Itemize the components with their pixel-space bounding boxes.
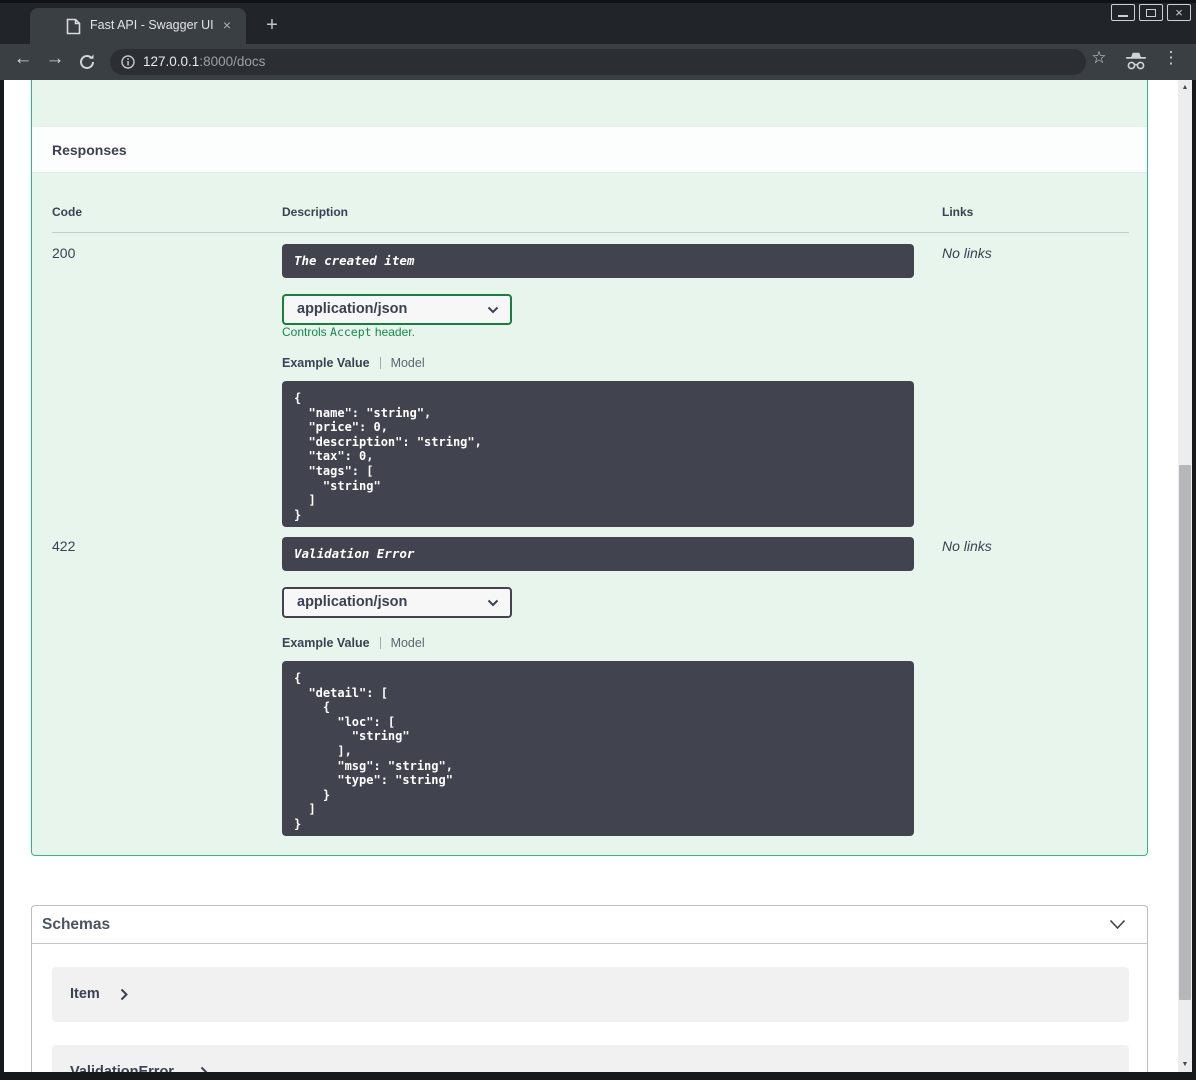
tab-example-value[interactable]: Example Value bbox=[282, 636, 370, 650]
page-viewport: Responses Code Description Links 200 The… bbox=[4, 80, 1192, 1072]
media-type-select-422[interactable]: application/json bbox=[282, 587, 512, 618]
chevron-right-icon bbox=[200, 1066, 208, 1072]
response-code-200: 200 bbox=[52, 245, 76, 261]
reload-button[interactable] bbox=[78, 53, 96, 71]
example-model-tabs-422: Example Value Model bbox=[282, 636, 425, 650]
close-icon: × bbox=[1175, 5, 1183, 20]
kebab-menu-icon[interactable]: ⋮ bbox=[1160, 48, 1182, 68]
response-code-422: 422 bbox=[52, 538, 76, 554]
scroll-up-icon[interactable]: ▲ bbox=[1178, 84, 1192, 91]
schema-validationerror-card[interactable]: ValidationError bbox=[52, 1045, 1129, 1072]
tab-model[interactable]: Model bbox=[391, 636, 425, 650]
opblock-responses-section: Responses Code Description Links 200 The… bbox=[31, 80, 1148, 856]
forward-button[interactable]: → bbox=[42, 48, 68, 70]
note-code: Accept bbox=[330, 325, 372, 339]
chevron-down-icon bbox=[487, 599, 499, 607]
schemas-title: Schemas bbox=[42, 916, 111, 933]
new-tab-button[interactable]: + bbox=[260, 13, 284, 37]
window-minimize-button[interactable] bbox=[1111, 4, 1135, 21]
tab-model[interactable]: Model bbox=[391, 356, 425, 370]
address-bar[interactable]: 127.0.0.1:8000/docs bbox=[110, 49, 1086, 75]
back-button[interactable]: ← bbox=[10, 48, 36, 70]
example-model-tabs-200: Example Value Model bbox=[282, 356, 425, 370]
minimize-icon bbox=[1118, 14, 1128, 17]
links-cell-200: No links bbox=[942, 245, 992, 261]
page-favicon-icon bbox=[66, 18, 81, 35]
table-header-divider bbox=[52, 232, 1129, 233]
col-header-description: Description bbox=[282, 205, 349, 219]
maximize-icon bbox=[1146, 8, 1156, 17]
schema-item-card[interactable]: Item bbox=[52, 967, 1129, 1022]
tab-separator bbox=[379, 637, 381, 649]
col-header-code: Code bbox=[52, 205, 82, 219]
note-pre: Controls bbox=[282, 325, 331, 339]
response-200-description: The created item bbox=[282, 244, 914, 278]
tab-close-icon[interactable]: × bbox=[218, 16, 236, 34]
browser-toolbar: ← → 127.0.0.1:8000/docs ☆ ⋮ bbox=[0, 44, 1196, 80]
browser-tab[interactable]: Fast API - Swagger UI × bbox=[30, 8, 246, 44]
media-type-value-200: application/json bbox=[297, 301, 408, 317]
media-type-value-422: application/json bbox=[297, 594, 408, 610]
url-text[interactable]: 127.0.0.1:8000/docs bbox=[143, 54, 265, 69]
response-422-description: Validation Error bbox=[282, 537, 914, 571]
col-header-links: Links bbox=[942, 205, 974, 219]
example-json-422: { "detail": [ { "loc": [ "string" ], "ms… bbox=[282, 661, 914, 836]
schemas-header[interactable]: Schemas bbox=[32, 906, 1147, 944]
accept-header-note: Controls Accept header. bbox=[282, 325, 415, 339]
chevron-down-icon bbox=[487, 306, 499, 314]
url-path: :8000/docs bbox=[199, 54, 266, 69]
chevron-down-icon[interactable] bbox=[1109, 919, 1126, 930]
responses-section-header: Responses bbox=[32, 126, 1147, 173]
example-json-200: { "name": "string", "price": 0, "descrip… bbox=[282, 381, 914, 527]
scrollbar-thumb[interactable] bbox=[1179, 465, 1191, 1000]
incognito-profile-icon[interactable] bbox=[1124, 52, 1148, 71]
schema-validationerror-label: ValidationError bbox=[70, 1064, 174, 1072]
titlebar: Fast API - Swagger UI × + × bbox=[0, 0, 1196, 44]
example-json-422-code: { "detail": [ { "loc": [ "string" ], "ms… bbox=[294, 671, 453, 831]
responses-title: Responses bbox=[52, 142, 127, 158]
window-maximize-button[interactable] bbox=[1139, 4, 1163, 21]
window-close-button[interactable]: × bbox=[1167, 4, 1191, 21]
schema-item-label: Item bbox=[70, 986, 100, 1002]
chevron-right-icon bbox=[120, 988, 128, 1001]
tab-example-value[interactable]: Example Value bbox=[282, 356, 370, 370]
note-post: header. bbox=[371, 325, 415, 339]
schemas-section: Schemas Item ValidationError bbox=[31, 905, 1148, 1072]
media-type-select-200[interactable]: application/json bbox=[282, 294, 512, 325]
url-host: 127.0.0.1 bbox=[143, 54, 200, 69]
tab-separator bbox=[379, 357, 381, 369]
site-info-icon[interactable] bbox=[121, 55, 135, 69]
bookmark-star-icon[interactable]: ☆ bbox=[1088, 48, 1110, 68]
vertical-scrollbar[interactable]: ▲ ▼ bbox=[1178, 80, 1192, 1072]
example-json-200-code: { "name": "string", "price": 0, "descrip… bbox=[294, 391, 482, 522]
swagger-page: Responses Code Description Links 200 The… bbox=[4, 80, 1178, 1072]
links-cell-422: No links bbox=[942, 538, 992, 554]
scroll-down-icon[interactable]: ▼ bbox=[1178, 1061, 1192, 1068]
tab-title: Fast API - Swagger UI bbox=[90, 18, 214, 32]
